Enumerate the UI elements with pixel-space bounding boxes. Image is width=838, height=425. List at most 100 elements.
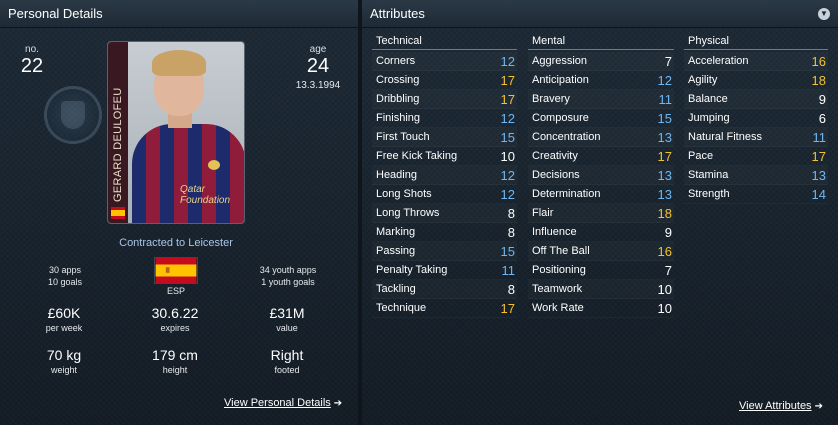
attribute-row[interactable]: Finishing 12: [372, 109, 517, 128]
attribute-row[interactable]: Work Rate 10: [528, 299, 674, 318]
nation-flag-spain-icon[interactable]: [154, 257, 198, 284]
nation-code: ESP: [166, 286, 185, 296]
attribute-name: Flair: [532, 207, 554, 219]
attribute-row[interactable]: Long Throws 8: [372, 204, 517, 223]
attribute-value: 10: [657, 301, 672, 316]
height-stat: 179 cm height: [130, 346, 220, 376]
attribute-row[interactable]: Aggression 7: [528, 52, 674, 71]
attribute-name: Pace: [688, 150, 714, 162]
chevron-down-icon[interactable]: ▼: [818, 8, 830, 20]
squad-number-block: no. 22: [14, 44, 50, 78]
attribute-row[interactable]: Dribbling 17: [372, 90, 517, 109]
height-label: height: [162, 365, 188, 375]
attribute-row[interactable]: Influence 9: [528, 223, 674, 242]
personal-details-panel: Personal Details no. 22 Qatar Foundation…: [0, 0, 358, 425]
attribute-row[interactable]: Tackling 8: [372, 280, 517, 299]
attribute-name: Finishing: [376, 112, 421, 124]
attribute-row[interactable]: Creativity 17: [528, 147, 674, 166]
attribute-name: Marking: [376, 226, 416, 238]
transfer-value-stat: £31M value: [242, 304, 332, 334]
attributes-panel: Attributes ▼ Technical Corners 12 Crossing…: [362, 0, 838, 425]
attribute-name: Technique: [376, 302, 427, 314]
attribute-row[interactable]: Corners 12: [372, 52, 517, 71]
attribute-name: Determination: [532, 188, 601, 200]
attribute-value: 6: [818, 111, 826, 126]
attribute-name: Work Rate: [532, 302, 584, 314]
attribute-row[interactable]: Stamina 13: [684, 166, 828, 185]
attribute-row[interactable]: Natural Fitness 11: [684, 128, 828, 147]
attribute-row[interactable]: Passing 15: [372, 242, 517, 261]
attribute-row[interactable]: Pace 17: [684, 147, 828, 166]
attribute-value: 7: [664, 54, 672, 69]
card-player-name: GERARD DEULOFEU: [112, 87, 124, 202]
attribute-row[interactable]: Flair 18: [528, 204, 674, 223]
attribute-name: Strength: [688, 188, 730, 200]
attribute-value: 10: [500, 149, 515, 164]
attribute-row[interactable]: Concentration 13: [528, 128, 674, 147]
contract-expires-stat: 30.6.22 expires: [130, 304, 220, 334]
attribute-row[interactable]: Strength 14: [684, 185, 828, 204]
attribute-value: 9: [818, 92, 826, 107]
attribute-row[interactable]: Crossing 17: [372, 71, 517, 90]
view-attributes-link[interactable]: View Attributes ➔: [739, 400, 823, 412]
attribute-row[interactable]: Marking 8: [372, 223, 517, 242]
expires-label: expires: [160, 323, 190, 333]
view-personal-details-link[interactable]: View Personal Details ➔: [224, 397, 342, 409]
footed-label: footed: [274, 365, 300, 375]
attribute-row[interactable]: Positioning 7: [528, 261, 674, 280]
attribute-value: 8: [507, 282, 515, 297]
attribute-value: 8: [507, 225, 515, 240]
personal-details-header: Personal Details: [0, 0, 358, 28]
youth-apps-count: 34 youth apps: [259, 265, 317, 275]
attribute-value: 13: [657, 187, 672, 202]
attribute-value: 17: [500, 301, 515, 316]
attribute-row[interactable]: First Touch 15: [372, 128, 517, 147]
view-attributes-label: View Attributes: [739, 400, 812, 412]
attribute-row[interactable]: Composure 15: [528, 109, 674, 128]
attribute-name: Teamwork: [532, 283, 583, 295]
attribute-row[interactable]: Agility 18: [684, 71, 828, 90]
attribute-value: 11: [658, 92, 673, 107]
attribute-name: Positioning: [532, 264, 586, 276]
attribute-name: Off The Ball: [532, 245, 590, 257]
attribute-name: Penalty Taking: [376, 264, 448, 276]
attribute-row[interactable]: Penalty Taking 11: [372, 261, 517, 280]
card-flag-spain-icon: [111, 207, 125, 219]
attribute-row[interactable]: Jumping 6: [684, 109, 828, 128]
age-block: age 24 13.3.1994: [282, 44, 354, 91]
attribute-row[interactable]: Teamwork 10: [528, 280, 674, 299]
mental-header: Mental: [528, 33, 674, 50]
attribute-value: 15: [657, 111, 672, 126]
attribute-row[interactable]: Heading 12: [372, 166, 517, 185]
attribute-value: 18: [657, 206, 672, 221]
attribute-row[interactable]: Decisions 13: [528, 166, 674, 185]
attribute-value: 12: [500, 54, 515, 69]
attribute-row[interactable]: Long Shots 12: [372, 185, 517, 204]
attribute-value: 18: [811, 73, 826, 88]
attribute-name: Agility: [688, 74, 718, 86]
squad-number-label: no.: [25, 44, 39, 55]
attribute-row[interactable]: Technique 17: [372, 299, 517, 318]
attribute-row[interactable]: Acceleration 16: [684, 52, 828, 71]
contract-status[interactable]: Contracted to Leicester: [0, 237, 352, 249]
attribute-row[interactable]: Balance 9: [684, 90, 828, 109]
attribute-row[interactable]: Off The Ball 16: [528, 242, 674, 261]
footed-value: Right: [270, 347, 304, 363]
weight-label: weight: [50, 365, 77, 375]
attribute-value: 13: [811, 168, 826, 183]
transfer-value: £31M: [269, 305, 305, 321]
attribute-name: Long Shots: [376, 188, 432, 200]
attribute-value: 15: [500, 130, 515, 145]
personal-details-title: Personal Details: [8, 6, 103, 21]
attribute-row[interactable]: Anticipation 12: [528, 71, 674, 90]
youth-career-stats: 34 youth apps 1 youth goals: [242, 264, 334, 288]
squad-number-value: 22: [20, 55, 44, 77]
attribute-row[interactable]: Free Kick Taking 10: [372, 147, 517, 166]
attribute-value: 14: [811, 187, 826, 202]
attribute-name: Tackling: [376, 283, 416, 295]
expires-value: 30.6.22: [151, 305, 199, 321]
view-personal-details-label: View Personal Details: [224, 397, 331, 409]
attribute-row[interactable]: Determination 13: [528, 185, 674, 204]
attribute-row[interactable]: Bravery 11: [528, 90, 674, 109]
footed-stat: Right footed: [242, 346, 332, 376]
